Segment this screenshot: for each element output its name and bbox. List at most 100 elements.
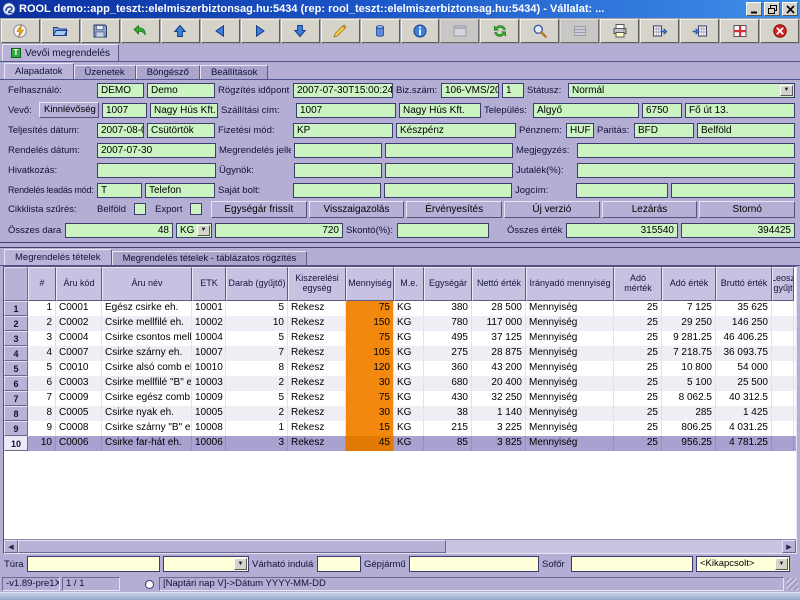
grid-column-header[interactable]: Adó érték xyxy=(662,267,716,301)
comment-field[interactable] xyxy=(577,143,795,158)
export-checkbox[interactable] xyxy=(190,203,202,215)
order-type-name-field[interactable] xyxy=(385,143,513,158)
last-record-button[interactable] xyxy=(281,19,320,43)
form-button[interactable] xyxy=(440,19,479,43)
close-order-button[interactable]: Lezárás xyxy=(602,201,698,218)
print-button[interactable] xyxy=(600,19,639,43)
table-row[interactable]: 77C0009Csirke egész comb eh.100095Rekesz… xyxy=(4,391,796,406)
discount-field[interactable] xyxy=(397,223,489,238)
grid-column-header[interactable]: Darab (gyűjtő) xyxy=(226,267,288,301)
table-row[interactable]: 88C0005Csirke nyak eh.100052Rekesz30KG38… xyxy=(4,406,796,421)
chevron-down-icon[interactable]: ▼ xyxy=(197,225,210,236)
mode-combo[interactable]: <Kikapcsolt>▼ xyxy=(696,556,790,572)
total-gross-field[interactable]: 394425 xyxy=(681,223,795,238)
unit-price-refresh-button[interactable]: Egységár frissít xyxy=(211,201,307,218)
row-selector[interactable]: 6 xyxy=(4,376,28,391)
payment-code-field[interactable]: KP xyxy=(293,123,393,138)
grid-tab-tetelek-tablazatos[interactable]: Megrendelés tételek - táblázatos rögzíté… xyxy=(112,251,308,265)
shipping-name-field[interactable]: Nagy Hús Kft. xyxy=(399,103,481,118)
hscroll-track[interactable] xyxy=(446,540,782,553)
tab-beallitasok[interactable]: Beállítások xyxy=(200,65,268,79)
chevron-down-icon[interactable]: ▼ xyxy=(775,558,788,570)
shipping-code-field[interactable]: 1007 xyxy=(296,103,396,118)
user-name-field[interactable]: Demo xyxy=(147,83,215,98)
total-net-field[interactable]: 315540 xyxy=(566,223,678,238)
search-button[interactable] xyxy=(520,19,559,43)
outstanding-button[interactable]: Kinnlévőség xyxy=(39,102,99,118)
submit-mode-code-field[interactable]: T xyxy=(97,183,142,198)
grid-column-header[interactable]: ETK xyxy=(192,267,226,301)
vehicle-field[interactable] xyxy=(409,556,539,572)
driver-field[interactable] xyxy=(571,556,693,572)
fulfilment-day-field[interactable]: Csütörtök xyxy=(147,123,215,138)
grid-column-header[interactable]: Egységár xyxy=(424,267,472,301)
record-time-field[interactable]: 2007-07-30T15:00:24 xyxy=(293,83,393,98)
list-button[interactable] xyxy=(560,19,599,43)
order-type-code-field[interactable] xyxy=(294,143,382,158)
table-row[interactable]: 1010C0006Csirke far-hát eh.100063Rekesz4… xyxy=(4,436,796,451)
grid-column-header[interactable]: Kiszerelési egység xyxy=(288,267,346,301)
undo-button[interactable] xyxy=(121,19,160,43)
table-row[interactable]: 11C0001Egész csirke eh.100015Rekesz75KG3… xyxy=(4,301,796,316)
customer-name-field[interactable]: Nagy Hús Kft. xyxy=(150,103,218,118)
exit-button[interactable] xyxy=(760,19,799,43)
tab-uzenetek[interactable]: Üzenetek xyxy=(74,65,136,79)
submit-mode-name-field[interactable]: Telefon xyxy=(145,183,215,198)
tour-combo[interactable]: ▼ xyxy=(163,556,249,572)
tab-alapadatok[interactable]: Alapadatok xyxy=(4,63,74,79)
agent-code-field[interactable] xyxy=(294,163,382,178)
grid-column-header[interactable]: Bruttó érték xyxy=(716,267,772,301)
edit-button[interactable] xyxy=(321,19,360,43)
domestic-checkbox[interactable] xyxy=(134,203,146,215)
confirm-button[interactable]: Visszaigazolás xyxy=(309,201,405,218)
own-shop-code-field[interactable] xyxy=(293,183,381,198)
row-selector[interactable]: 10 xyxy=(4,436,28,451)
row-selector[interactable]: 4 xyxy=(4,346,28,361)
row-selector[interactable]: 5 xyxy=(4,361,28,376)
grid-column-header[interactable]: Mennyiség xyxy=(346,267,394,301)
order-date-field[interactable]: 2007-07-30 xyxy=(97,143,216,158)
close-button[interactable] xyxy=(782,2,798,16)
own-shop-name-field[interactable] xyxy=(384,183,512,198)
street-field[interactable]: Fő út 13. xyxy=(685,103,795,118)
departure-field[interactable] xyxy=(317,556,361,572)
close-form-button[interactable] xyxy=(720,19,759,43)
legal-title-code-field[interactable] xyxy=(576,183,668,198)
total-qty-field[interactable]: 48 xyxy=(65,223,173,238)
parity-code-field[interactable]: BFD xyxy=(634,123,694,138)
info-button[interactable] xyxy=(401,19,440,43)
row-selector[interactable]: 8 xyxy=(4,406,28,421)
agent-name-field[interactable] xyxy=(385,163,513,178)
user-code-field[interactable]: DEMO xyxy=(97,83,144,98)
grid-column-header[interactable]: Irányadó mennyiség xyxy=(526,267,614,301)
restore-button[interactable] xyxy=(764,2,780,16)
row-selector[interactable]: 3 xyxy=(4,331,28,346)
doc-version-field[interactable]: 1 xyxy=(502,83,524,98)
tour-field[interactable] xyxy=(27,556,160,572)
refresh-button[interactable] xyxy=(480,19,519,43)
parity-name-field[interactable]: Belföld xyxy=(697,123,795,138)
hscroll-thumb[interactable] xyxy=(18,540,446,553)
scroll-right-icon[interactable]: ▶ xyxy=(782,540,796,553)
prev-record-button[interactable] xyxy=(201,19,240,43)
export-grid-button[interactable] xyxy=(640,19,679,43)
row-selector[interactable]: 1 xyxy=(4,301,28,316)
total-collect-field[interactable]: 720 xyxy=(215,223,343,238)
open-button[interactable] xyxy=(41,19,80,43)
table-row[interactable]: 22C0002Csirke mellfilé eh.1000210Rekesz1… xyxy=(4,316,796,331)
grid-column-header[interactable]: Nettó érték xyxy=(472,267,526,301)
zip-field[interactable]: 6750 xyxy=(642,103,682,118)
grid-column-header[interactable]: # xyxy=(28,267,56,301)
status-combo[interactable]: Normál▼ xyxy=(568,83,795,98)
commission-field[interactable] xyxy=(577,163,795,178)
row-selector[interactable]: 7 xyxy=(4,391,28,406)
next-record-button[interactable] xyxy=(241,19,280,43)
grid-column-header[interactable]: Adó mérték xyxy=(614,267,662,301)
doc-number-field[interactable]: 106-VMS/2007 xyxy=(441,83,499,98)
validate-button[interactable]: Érvényesítés xyxy=(406,201,502,218)
grid-column-header[interactable]: Leosz gyűjt xyxy=(772,267,794,301)
legal-title-name-field[interactable] xyxy=(671,183,795,198)
customer-code-field[interactable]: 1007 xyxy=(102,103,147,118)
grid-column-header[interactable]: M.e. xyxy=(394,267,424,301)
import-grid-button[interactable] xyxy=(680,19,719,43)
